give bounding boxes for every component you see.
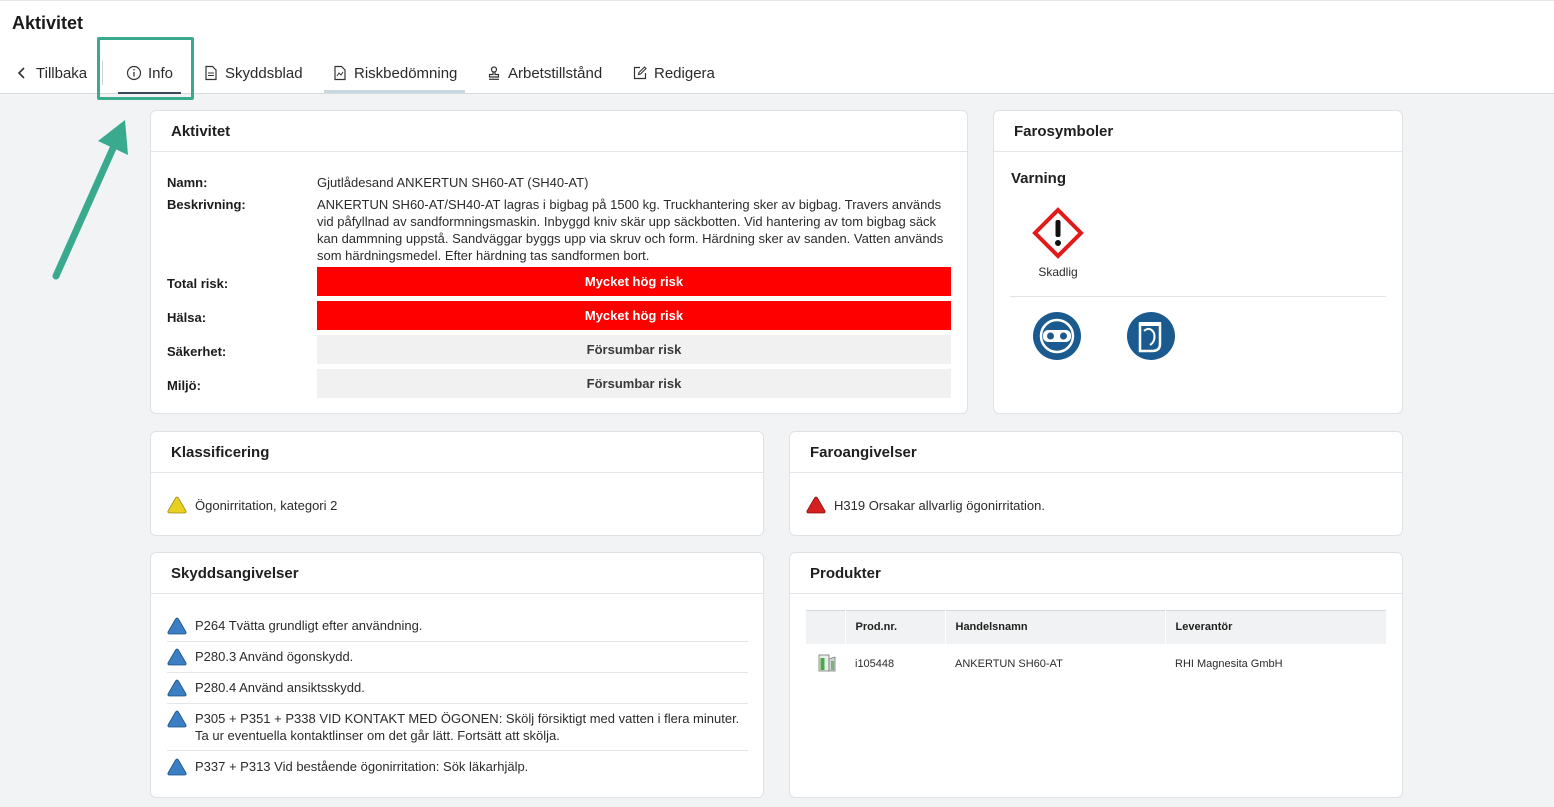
info-triangle-blue-icon — [167, 648, 187, 666]
products-table: Prod.nr. Handelsnamn Leverantör i105448 … — [806, 610, 1387, 684]
environment-risk-badge: Försumbar risk — [317, 369, 951, 398]
hazard-statements-card: Faroangivelser H319 Orsakar allvarlig ög… — [789, 431, 1403, 536]
edit-icon — [633, 66, 647, 80]
divider — [1010, 296, 1386, 297]
product-number: i105448 — [855, 657, 895, 670]
chemical-product-icon — [818, 654, 836, 672]
list-item: P264 Tvätta grundligt efter användning. — [167, 617, 748, 642]
environment-risk-label: Miljö: — [167, 378, 201, 393]
eye-protection-icon — [1033, 312, 1081, 360]
tab-riskbedomning-label: Riskbedömning — [354, 64, 458, 82]
risk-document-icon — [334, 65, 346, 81]
name-value: Gjutlådesand ANKERTUN SH60-AT (SH40-AT) — [317, 175, 589, 190]
classification-title: Klassificering — [151, 432, 763, 473]
precaution-text: P337 + P313 Vid bestående ögonirritation… — [195, 759, 529, 774]
hazard-statements-title: Faroangivelser — [790, 432, 1402, 473]
info-triangle-blue-icon — [167, 617, 187, 635]
back-label: Tillbaka — [36, 64, 88, 82]
info-triangle-blue-icon — [167, 758, 187, 776]
tab-riskbedomning[interactable]: Riskbedömning — [332, 53, 457, 93]
back-link[interactable]: Tillbaka — [14, 53, 87, 93]
tab-hover-underline — [324, 90, 465, 93]
hazard-statement-item: H319 Orsakar allvarlig ögonirritation. — [806, 496, 1045, 514]
list-item: P305 + P351 + P338 VID KONTAKT MED ÖGONE… — [167, 710, 748, 751]
products-title: Produkter — [790, 553, 1402, 594]
warning-triangle-yellow-icon — [167, 496, 187, 514]
product-tradename: ANKERTUN SH60-AT — [955, 657, 1063, 670]
annotation-arrow — [52, 120, 128, 280]
exclamation-mark-icon — [1032, 207, 1084, 259]
list-item: P280.4 Använd ansiktsskydd. — [167, 679, 748, 704]
table-header-row: Prod.nr. Handelsnamn Leverantör — [806, 610, 1387, 644]
tab-skyddsblad-label: Skyddsblad — [225, 64, 303, 82]
document-icon — [205, 65, 217, 81]
precaution-text: P280.3 Använd ögonskydd. — [195, 649, 354, 664]
product-icon-cell — [806, 644, 845, 684]
face-shield-icon — [1127, 312, 1175, 360]
tab-redigera[interactable]: Redigera — [632, 53, 715, 93]
name-label: Namn: — [167, 175, 208, 190]
page-header: Aktivitet Tillbaka Info Skyddsblad Riskb… — [0, 0, 1554, 94]
health-risk-badge: Mycket hög risk — [317, 301, 951, 330]
table-header-icon-col — [806, 610, 846, 644]
ghs-label: Skadlig — [1038, 265, 1078, 279]
chevron-left-icon — [17, 67, 25, 79]
table-row[interactable]: i105448 ANKERTUN SH60-AT RHI Magnesita G… — [806, 644, 1387, 684]
list-item: P337 + P313 Vid bestående ögonirritation… — [167, 758, 748, 783]
tab-redigera-label: Redigera — [654, 64, 715, 82]
precautionary-statements-title: Skyddsangivelser — [151, 553, 763, 594]
page-title: Aktivitet — [12, 13, 84, 33]
precaution-text: P280.4 Använd ansiktsskydd. — [195, 680, 365, 695]
table-header-prodnr[interactable]: Prod.nr. — [845, 610, 946, 644]
hazard-statement-text: H319 Orsakar allvarlig ögonirritation. — [834, 497, 1045, 513]
hazard-symbols-card: Farosymboler Varning Skadlig — [993, 110, 1403, 414]
products-card: Produkter Prod.nr. Handelsnamn Leverantö… — [789, 552, 1403, 798]
classification-text: Ögonirritation, kategori 2 — [195, 497, 338, 513]
activity-card: Aktivitet Namn: Gjutlådesand ANKERTUN SH… — [150, 110, 968, 414]
precaution-text: P305 + P351 + P338 VID KONTAKT MED ÖGONE… — [195, 711, 740, 743]
tab-arbetstillstand[interactable]: Arbetstillstånd — [486, 53, 602, 93]
classification-card: Klassificering Ögonirritation, kategori … — [150, 431, 764, 536]
activity-card-title: Aktivitet — [151, 111, 967, 152]
precaution-text: P264 Tvätta grundligt efter användning. — [195, 618, 423, 633]
tab-arbetstillstand-label: Arbetstillstånd — [508, 64, 603, 82]
classification-item: Ögonirritation, kategori 2 — [167, 496, 337, 514]
description-label: Beskrivning: — [167, 197, 246, 212]
table-header-handelsnamn[interactable]: Handelsnamn — [945, 610, 1166, 644]
list-item: P280.3 Använd ögonskydd. — [167, 648, 748, 673]
total-risk-badge: Mycket hög risk — [317, 267, 951, 296]
table-header-leverantor[interactable]: Leverantör — [1165, 610, 1387, 644]
total-risk-label: Total risk: — [167, 276, 229, 291]
info-triangle-blue-icon — [167, 710, 187, 728]
signal-word: Varning — [1011, 170, 1067, 187]
hazard-symbols-title: Farosymboler — [994, 111, 1402, 152]
tab-skyddsblad[interactable]: Skyddsblad — [203, 53, 303, 93]
info-tab-highlight — [97, 37, 194, 100]
product-supplier: RHI Magnesita GmbH — [1175, 657, 1283, 670]
description-value: ANKERTUN SH60-AT/SH40-AT lagras i bigbag… — [317, 197, 944, 263]
warning-triangle-red-icon — [806, 496, 826, 514]
safety-risk-label: Säkerhet: — [167, 344, 227, 359]
stamp-icon — [488, 66, 500, 80]
safety-risk-badge: Försumbar risk — [317, 335, 951, 364]
health-risk-label: Hälsa: — [167, 310, 207, 325]
info-triangle-blue-icon — [167, 679, 187, 697]
precautionary-statements-card: Skyddsangivelser P264 Tvätta grundligt e… — [150, 552, 764, 798]
